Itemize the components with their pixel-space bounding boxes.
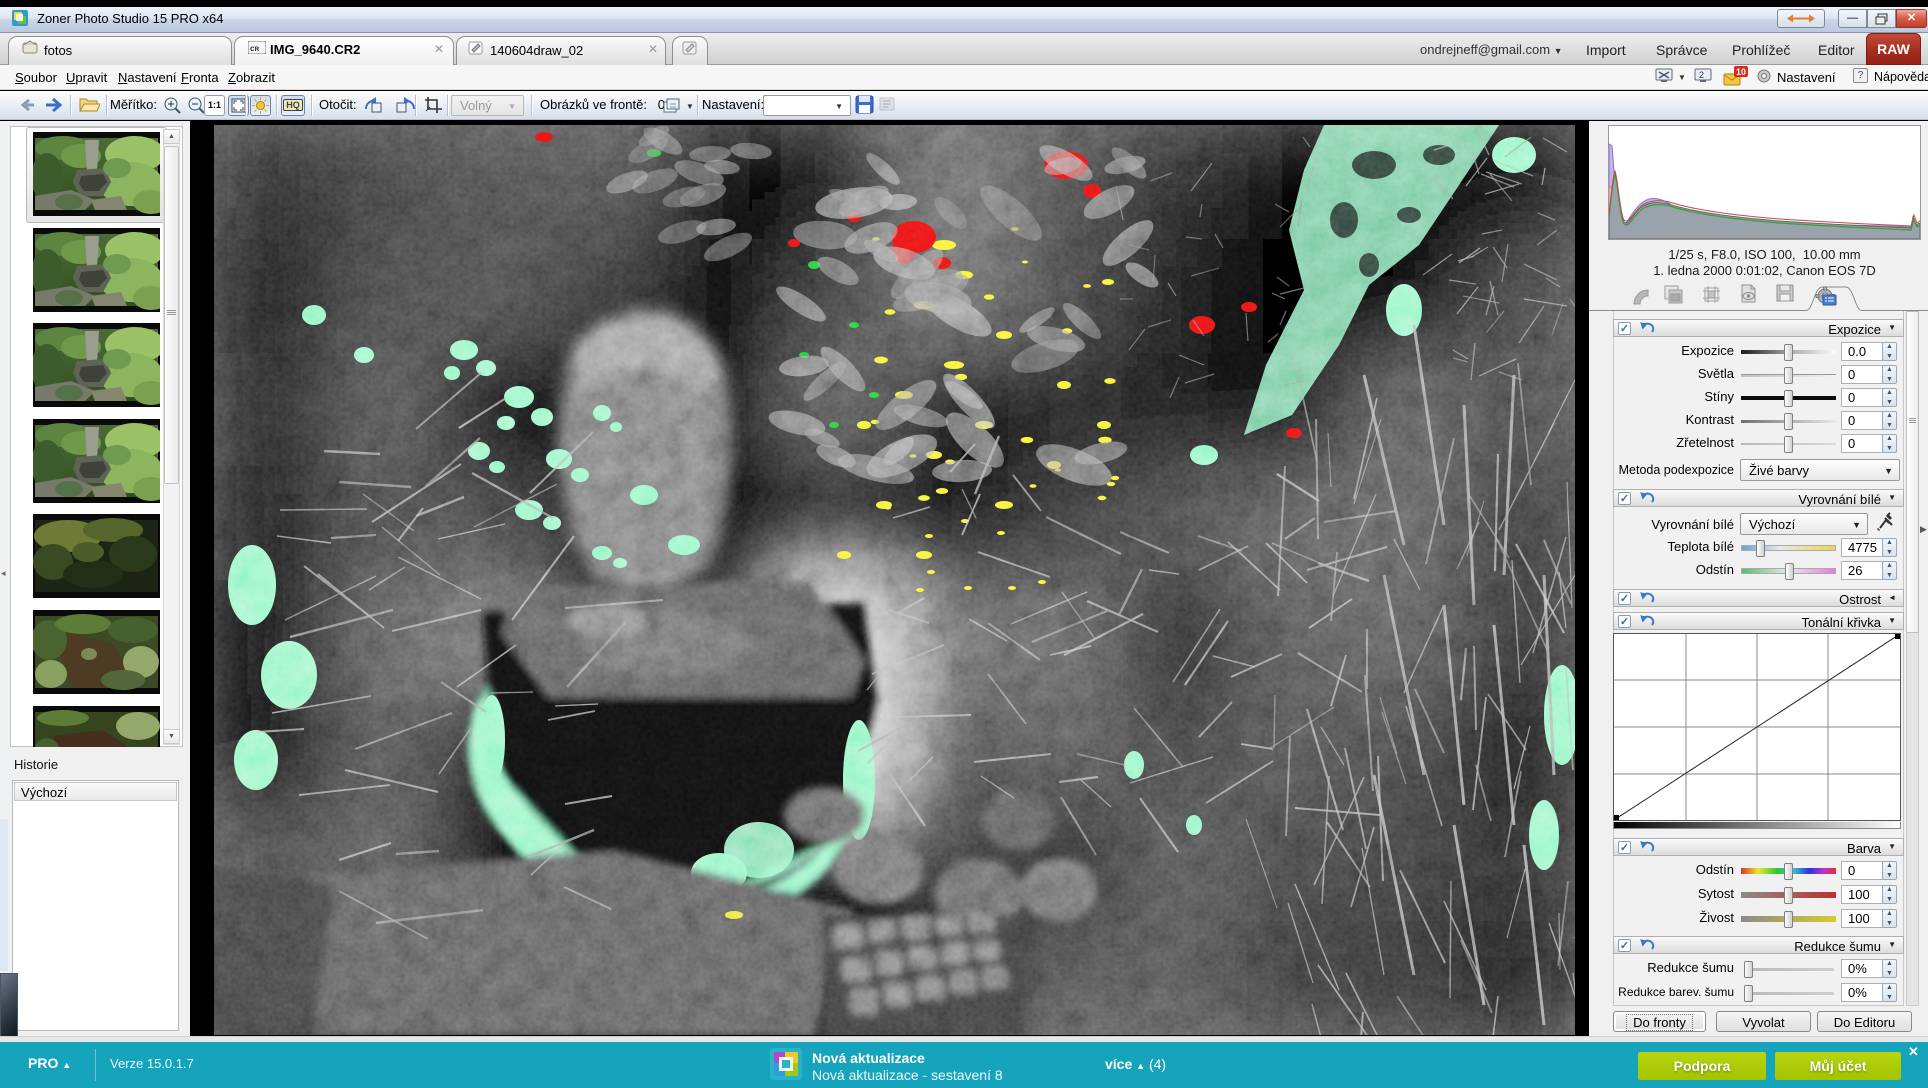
svg-text:2: 2 [1699, 70, 1704, 80]
svg-text:ᴄʀ: ᴄʀ [250, 44, 259, 53]
svg-text:10: 10 [1736, 67, 1746, 77]
